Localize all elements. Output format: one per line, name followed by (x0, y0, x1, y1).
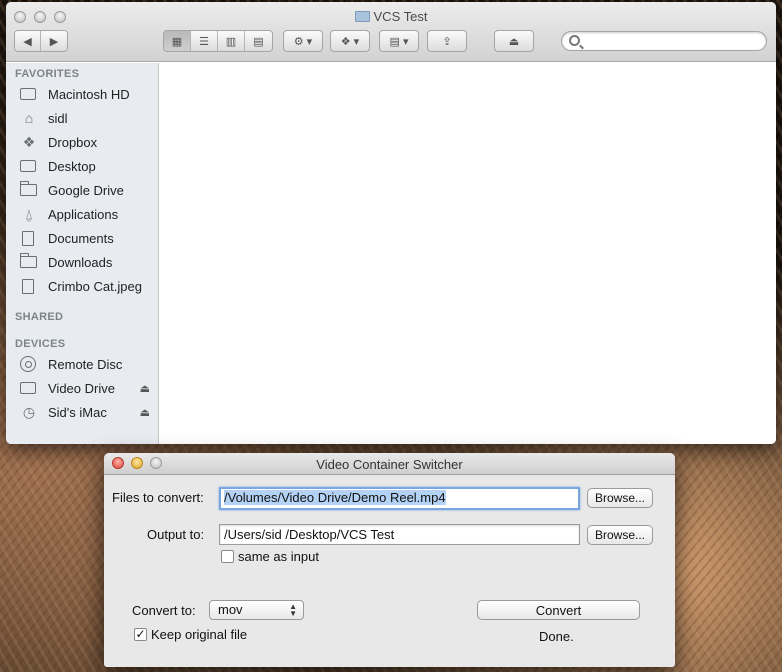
finder-sidebar: FAVORITES Macintosh HD ⌂ sidl ❖ Dropbox … (6, 63, 159, 444)
file-icon (22, 278, 34, 294)
updown-arrows-icon: ▲ ▼ (289, 602, 297, 618)
browse-files-button[interactable]: Browse... (587, 488, 653, 508)
arrange-icon: ▤ ▾ (389, 35, 409, 48)
dropbox-menu-button[interactable]: ❖ ▾ (330, 30, 370, 52)
sidebar-item-label: Remote Disc (48, 356, 123, 372)
drive-icon (20, 382, 36, 394)
window-title: VCS Test (6, 9, 776, 24)
folder-icon (20, 181, 37, 196)
sidebar-item-downloads[interactable]: Downloads (20, 251, 156, 273)
sidebar-item-label: Google Drive (48, 182, 124, 198)
hard-drive-icon (20, 88, 36, 100)
folder-icon (354, 11, 370, 22)
dropbox-icon: ❖ ▾ (340, 35, 360, 48)
sidebar-item-home[interactable]: ⌂ sidl (20, 107, 156, 129)
window-title-text: VCS Test (373, 9, 428, 24)
desktop-icon (20, 160, 36, 172)
view-mode-control: ▦ ☰ ▥ ▤ (163, 30, 273, 52)
sidebar-item-google-drive[interactable]: Google Drive (20, 179, 156, 201)
gear-icon: ⚙ ▾ (293, 35, 313, 48)
action-button[interactable]: ⚙ ▾ (283, 30, 323, 52)
sidebar-item-label: Dropbox (48, 134, 98, 150)
dropbox-icon: ❖ (22, 133, 36, 150)
files-to-convert-value: /Volumes/Video Drive/Demo Reel.mp4 (224, 490, 446, 505)
sidebar-item-macintosh-hd[interactable]: Macintosh HD (20, 83, 156, 105)
icon-view-button[interactable]: ▦ (164, 31, 191, 51)
keep-original-label: Keep original file (151, 627, 248, 642)
shared-heading: SHARED (15, 311, 64, 323)
sidebar-item-label: Macintosh HD (48, 86, 130, 102)
same-as-input-checkbox[interactable] (221, 550, 234, 563)
vcs-title: Video Container Switcher (316, 457, 463, 472)
sidebar-item-applications[interactable]: ⍙ Applications (20, 203, 156, 225)
keep-original-checkbox[interactable]: ✓ (134, 628, 147, 641)
back-forward-control: ◀ ▶ (14, 30, 68, 52)
eject-icon[interactable]: ⏏ (140, 406, 150, 419)
documents-icon (22, 230, 34, 246)
coverflow-view-button[interactable]: ▤ (245, 31, 272, 51)
sidebar-item-dropbox[interactable]: ❖ Dropbox (20, 131, 156, 153)
convert-to-label: Convert to: (132, 603, 196, 618)
applications-icon: ⍙ (24, 205, 34, 222)
sidebar-item-label: Documents (48, 230, 114, 246)
sidebar-item-label: Desktop (48, 158, 96, 174)
sidebar-item-label: Downloads (48, 254, 113, 270)
output-to-label: Output to: (147, 527, 205, 542)
list-view-button[interactable]: ☰ (191, 31, 218, 51)
eject-icon[interactable]: ⏏ (140, 382, 150, 395)
favorites-heading: FAVORITES (15, 68, 80, 80)
finder-toolbar: VCS Test ◀ ▶ ▦ ☰ ▥ ▤ ⚙ ▾ ❖ ▾ ▤ ▾ ⇪ ⏏ (6, 2, 776, 62)
convert-to-value: mov (218, 602, 243, 617)
sidebar-item-label: Sid's iMac (48, 404, 107, 420)
forward-button[interactable]: ▶ (41, 31, 67, 51)
sidebar-item-remote-disc[interactable]: Remote Disc (20, 353, 156, 375)
finder-content-area[interactable] (160, 63, 776, 444)
eject-icon: ⏏ (508, 35, 520, 48)
files-to-convert-input[interactable]: /Volumes/Video Drive/Demo Reel.mp4 (219, 487, 580, 510)
eject-button[interactable]: ⏏ (494, 30, 534, 52)
home-icon: ⌂ (24, 110, 34, 126)
output-to-input[interactable]: /Users/sid /Desktop/VCS Test (219, 524, 580, 545)
sidebar-item-crimbo-cat[interactable]: Crimbo Cat.jpeg (20, 275, 156, 297)
sidebar-item-video-drive[interactable]: Video Drive ⏏ (20, 377, 156, 399)
share-icon: ⇪ (442, 35, 452, 48)
devices-heading: DEVICES (15, 338, 66, 350)
sidebar-item-label: sidl (48, 110, 68, 126)
back-button[interactable]: ◀ (15, 31, 42, 51)
share-button[interactable]: ⇪ (427, 30, 467, 52)
same-as-input-label: same as input (238, 549, 319, 564)
sidebar-item-desktop[interactable]: Desktop (20, 155, 156, 177)
convert-button[interactable]: Convert (477, 600, 640, 620)
arrange-button[interactable]: ▤ ▾ (379, 30, 419, 52)
convert-to-select[interactable]: mov ▲ ▼ (209, 600, 304, 620)
finder-window: VCS Test ◀ ▶ ▦ ☰ ▥ ▤ ⚙ ▾ ❖ ▾ ▤ ▾ ⇪ ⏏ FAV… (6, 2, 776, 444)
sidebar-item-label: Video Drive (48, 380, 115, 396)
sidebar-item-label: Crimbo Cat.jpeg (48, 278, 142, 294)
sidebar-item-label: Applications (48, 206, 119, 222)
vcs-titlebar: Video Container Switcher (104, 453, 675, 475)
time-machine-icon: ◷ (22, 403, 36, 420)
video-container-switcher-window: Video Container Switcher Files to conver… (104, 453, 675, 667)
search-input[interactable] (561, 31, 767, 51)
browse-output-button[interactable]: Browse... (587, 525, 653, 545)
search-icon (569, 35, 580, 46)
files-to-convert-label: Files to convert: (112, 490, 204, 505)
disc-icon (20, 356, 36, 372)
sidebar-item-sids-imac[interactable]: ◷ Sid's iMac ⏏ (20, 401, 156, 423)
column-view-button[interactable]: ▥ (218, 31, 245, 51)
status-text: Done. (539, 629, 574, 644)
folder-icon (20, 253, 37, 268)
sidebar-item-documents[interactable]: Documents (20, 227, 156, 249)
